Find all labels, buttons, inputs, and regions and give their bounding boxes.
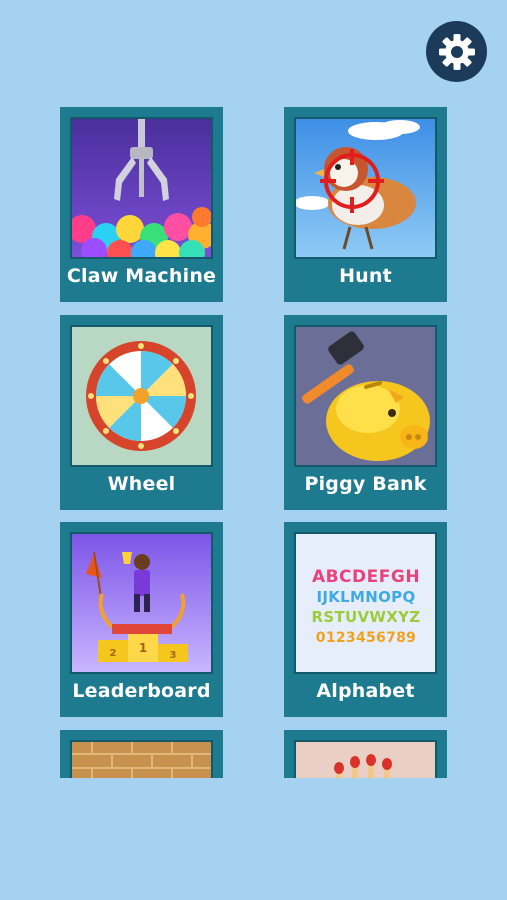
- leaderboard-thumbnail: 2 1 3: [70, 532, 213, 674]
- game-card-claw-machine[interactable]: Claw Machine: [60, 107, 223, 302]
- alphabet-thumbnail: ABCDEFGH IJKLMNOPQ RSTUVWXYZ 0123456789: [294, 532, 437, 674]
- colorful-letters-icon: ABCDEFGH IJKLMNOPQ RSTUVWXYZ 0123456789: [296, 534, 435, 672]
- podium-number: 2: [110, 648, 117, 659]
- podium-number: 3: [170, 650, 177, 661]
- game-label: Piggy Bank: [304, 473, 427, 495]
- game-label: Wheel: [107, 473, 176, 495]
- game-card-hunt[interactable]: Hunt: [284, 107, 447, 302]
- alphabet-row: IJKLMNOPQ: [316, 588, 415, 606]
- games-grid[interactable]: Claw Machine Hunt Wheel Piggy Bank 2 1 3…: [0, 104, 507, 778]
- game-label: Leaderboard: [72, 680, 211, 702]
- brick-wall-thumbnail: [70, 740, 213, 778]
- alphabet-row: RSTUVWXYZ: [312, 608, 421, 626]
- game-card-piggy-bank[interactable]: Piggy Bank: [284, 315, 447, 510]
- game-card-leaderboard[interactable]: 2 1 3 Leaderboard: [60, 522, 223, 717]
- gear-icon: [438, 33, 475, 70]
- game-card-matches[interactable]: [284, 730, 447, 778]
- alphabet-row: 0123456789: [316, 630, 416, 646]
- game-card-wheel[interactable]: Wheel: [60, 315, 223, 510]
- podium-trophy-icon: 2 1 3: [72, 534, 211, 672]
- game-label: Hunt: [339, 265, 392, 287]
- game-card-brick-wall[interactable]: [60, 730, 223, 778]
- bird-target-icon: [296, 119, 435, 257]
- brick-wall-icon: [72, 742, 211, 778]
- spin-wheel-icon: [72, 327, 211, 465]
- wheel-thumbnail: [70, 325, 213, 467]
- game-card-alphabet[interactable]: ABCDEFGH IJKLMNOPQ RSTUVWXYZ 0123456789 …: [284, 522, 447, 717]
- alphabet-row: ABCDEFGH: [312, 567, 420, 587]
- matches-icon: [296, 742, 435, 778]
- game-label: Alphabet: [316, 680, 415, 702]
- game-label: Claw Machine: [66, 265, 217, 287]
- settings-button[interactable]: [426, 21, 487, 82]
- claw-machine-thumbnail: [70, 117, 213, 259]
- podium-number: 1: [139, 641, 147, 655]
- hunt-thumbnail: [294, 117, 437, 259]
- piggy-bank-thumbnail: [294, 325, 437, 467]
- piggy-bank-icon: [296, 327, 435, 465]
- claw-icon: [72, 119, 211, 257]
- matches-thumbnail: [294, 740, 437, 778]
